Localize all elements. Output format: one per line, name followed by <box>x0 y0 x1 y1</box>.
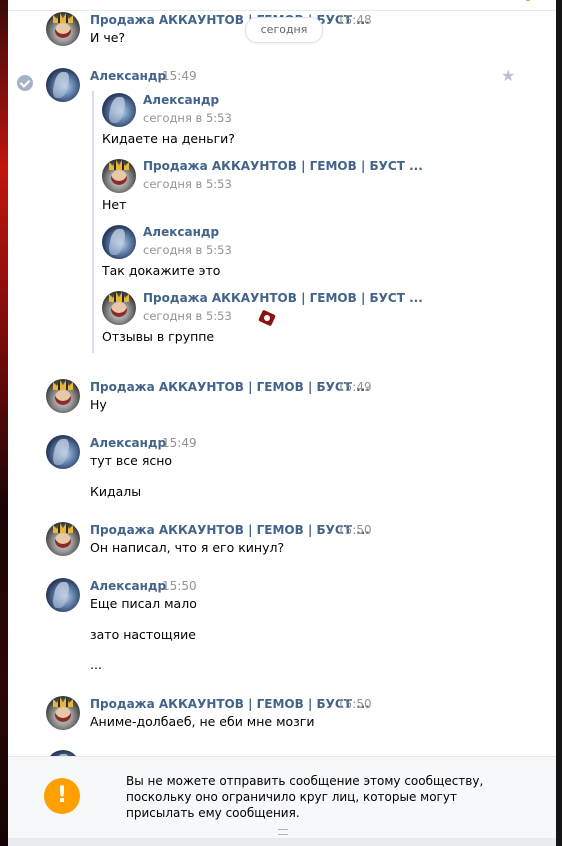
message-text: зато настощяие <box>90 627 196 642</box>
message-author[interactable]: Продажа АККАУНТОВ | ГЕМОВ | БУСТ ... <box>90 380 370 394</box>
message-author[interactable]: Продажа АККАУНТОВ | ГЕМОВ | БУСТ ... <box>90 523 370 537</box>
message-time[interactable]: 15:48 <box>337 13 372 27</box>
message-group: Александр 15:49 тут все ясно Кидалы <box>46 435 516 505</box>
avatar[interactable] <box>46 68 80 102</box>
forwarded-message: Продажа АККАУНТОВ | ГЕМОВ | БУСТ ... сег… <box>102 159 432 215</box>
forwarded-author[interactable]: Продажа АККАУНТОВ | ГЕМОВ | БУСТ ... <box>143 291 423 305</box>
message-time[interactable]: 15:50 <box>337 697 372 711</box>
message-group: Продажа АККАУНТОВ | ГЕМОВ | БУСТ ... 15:… <box>46 696 516 736</box>
message-time[interactable]: 15:49 <box>162 436 197 450</box>
forwarded-date[interactable]: сегодня в 5:53 <box>143 309 232 323</box>
message-time[interactable]: 15:50 <box>162 579 197 593</box>
avatar[interactable] <box>46 379 80 413</box>
chat-panel: Продажа АККАУНТОВ | ГЕМОВ | БУСТ ... 15:… <box>8 0 556 846</box>
forwarded-text: Нет <box>102 197 127 212</box>
top-divider <box>8 10 556 11</box>
selected-check-icon[interactable] <box>17 75 33 91</box>
avatar[interactable] <box>102 93 136 127</box>
resize-grip-icon[interactable] <box>278 829 288 835</box>
forwarded-message: Александр сегодня в 5:53 Кидаете на день… <box>102 93 432 149</box>
forwarded-message: Александр сегодня в 5:53 Так докажите эт… <box>102 225 432 281</box>
message-author[interactable]: Александр <box>90 69 166 83</box>
message-author[interactable]: Александр <box>90 436 166 450</box>
avatar[interactable] <box>46 696 80 730</box>
background-right-edge <box>556 0 562 846</box>
date-separator: сегодня <box>245 17 323 43</box>
message-text: ... <box>90 657 102 672</box>
message-text: Кидалы <box>90 484 142 499</box>
blocked-notice: ! Вы не можете отправить сообщение этому… <box>8 756 556 838</box>
forwarded-text: Кидаете на деньги? <box>102 131 235 146</box>
message-text: Ну <box>90 397 107 412</box>
star-icon[interactable]: ★ <box>501 66 515 85</box>
avatar[interactable] <box>46 435 80 469</box>
message-text: Он написал, что я его кинул? <box>90 540 285 555</box>
warning-icon: ! <box>44 778 80 814</box>
message-text: И че? <box>90 30 126 45</box>
forwarded-date[interactable]: сегодня в 5:53 <box>143 177 232 191</box>
avatar[interactable] <box>46 578 80 612</box>
message-author[interactable]: Александр <box>90 579 166 593</box>
message-time[interactable]: 15:49 <box>162 69 197 83</box>
forwarded-date[interactable]: сегодня в 5:53 <box>143 111 232 125</box>
avatar[interactable] <box>46 12 80 46</box>
forwarded-text: Так докажите это <box>102 263 221 278</box>
message-text: тут все ясно <box>90 453 173 468</box>
message-group: Александр 15:50 Еще писал мало зато наст… <box>46 578 516 678</box>
forwarded-author[interactable]: Александр <box>143 225 219 239</box>
forwarded-author[interactable]: Александр <box>143 93 219 107</box>
message-group: Продажа АККАУНТОВ | ГЕМОВ | БУСТ ... 15:… <box>46 379 516 419</box>
bottom-bar <box>8 838 556 846</box>
message-text: Аниме-долбаеб, не еби мне мозги <box>90 714 315 729</box>
message-text: Еще писал мало <box>90 596 197 611</box>
notice-text: Вы не можете отправить сообщение этому с… <box>126 774 484 820</box>
forwarded-date[interactable]: сегодня в 5:53 <box>143 243 232 257</box>
top-right-badge <box>524 0 532 1</box>
message-author[interactable]: Продажа АККАУНТОВ | ГЕМОВ | БУСТ ... <box>90 697 370 711</box>
avatar[interactable] <box>102 159 136 193</box>
forwarded-text: Отзывы в группе <box>102 329 215 344</box>
avatar[interactable] <box>102 225 136 259</box>
forwarded-author[interactable]: Продажа АККАУНТОВ | ГЕМОВ | БУСТ ... <box>143 159 423 173</box>
avatar[interactable] <box>102 291 136 325</box>
message-group: Продажа АККАУНТОВ | ГЕМОВ | БУСТ ... 15:… <box>46 522 516 562</box>
forwarded-bar <box>92 91 94 353</box>
avatar[interactable] <box>46 522 80 556</box>
background-left-edge <box>0 0 8 846</box>
message-author[interactable]: Продажа АККАУНТОВ | ГЕМОВ | БУСТ ... <box>90 13 370 27</box>
message-time[interactable]: 15:49 <box>337 380 372 394</box>
message-time[interactable]: 15:50 <box>337 523 372 537</box>
